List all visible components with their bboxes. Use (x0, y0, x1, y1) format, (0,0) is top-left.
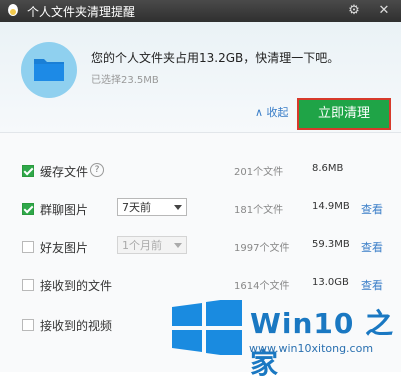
group-images-checkbox[interactable] (22, 203, 34, 215)
help-icon[interactable]: ? (90, 163, 104, 177)
file-count: 1997个文件 (234, 243, 290, 254)
item-label: 好友图片 (40, 241, 89, 255)
time-range-select[interactable]: 1个月前 (117, 236, 187, 254)
window-title: 个人文件夹清理提醒 (27, 5, 136, 19)
view-link[interactable]: 查看 (361, 277, 383, 293)
chevron-down-icon (174, 205, 182, 210)
windows-logo-icon (172, 300, 242, 355)
app-logo-icon (8, 4, 18, 16)
title-bar: 个人文件夹清理提醒 ⚙ ✕ (0, 0, 401, 22)
summary-header: 您的个人文件夹占用13.2GB，快清理一下吧。 已选择23.5MB ∧ 收起 立… (0, 22, 401, 132)
gear-icon[interactable]: ⚙ (345, 2, 363, 20)
watermark-url: www.win10xitong.com (249, 342, 374, 355)
folder-badge (21, 42, 77, 98)
collapse-link[interactable]: ∧ 收起 (255, 104, 289, 120)
friend-images-checkbox[interactable] (22, 241, 34, 253)
chevron-down-icon (174, 243, 182, 248)
file-size: 13.0GB (312, 277, 349, 288)
select-value: 1个月前 (122, 239, 162, 252)
received-files-checkbox[interactable] (22, 279, 34, 291)
selected-size: 已选择23.5MB (91, 75, 159, 86)
select-value: 7天前 (122, 201, 151, 214)
item-label: 群聊图片 (40, 203, 89, 217)
file-count: 181个文件 (234, 205, 284, 216)
file-size: 14.9MB (312, 201, 350, 212)
cache-checkbox[interactable] (22, 165, 34, 177)
file-size: 59.3MB (312, 239, 350, 250)
file-count: 1614个文件 (234, 281, 290, 292)
list-item-group-images: 群聊图片 7天前 181个文件 14.9MB 查看 (0, 198, 401, 222)
folder-icon (34, 59, 64, 81)
list-item-friend-images: 好友图片 1个月前 1997个文件 59.3MB 查看 (0, 236, 401, 260)
item-label: 接收到的视频 (40, 319, 113, 333)
received-videos-checkbox[interactable] (22, 319, 34, 331)
view-link[interactable]: 查看 (361, 239, 383, 255)
list-item-received-files: 接收到的文件 1614个文件 13.0GB 查看 (0, 274, 401, 298)
view-link[interactable]: 查看 (361, 201, 383, 217)
time-range-select[interactable]: 7天前 (117, 198, 187, 216)
item-label: 接收到的文件 (40, 279, 113, 293)
usage-message: 您的个人文件夹占用13.2GB，快清理一下吧。 (91, 51, 340, 65)
item-label: 缓存文件 (40, 165, 89, 179)
file-size: 8.6MB (312, 163, 344, 174)
file-count: 201个文件 (234, 167, 284, 178)
clean-now-button[interactable]: 立即清理 (297, 98, 391, 130)
close-icon[interactable]: ✕ (375, 2, 393, 20)
list-item-cache: 缓存文件 ? 201个文件 8.6MB (0, 160, 401, 184)
